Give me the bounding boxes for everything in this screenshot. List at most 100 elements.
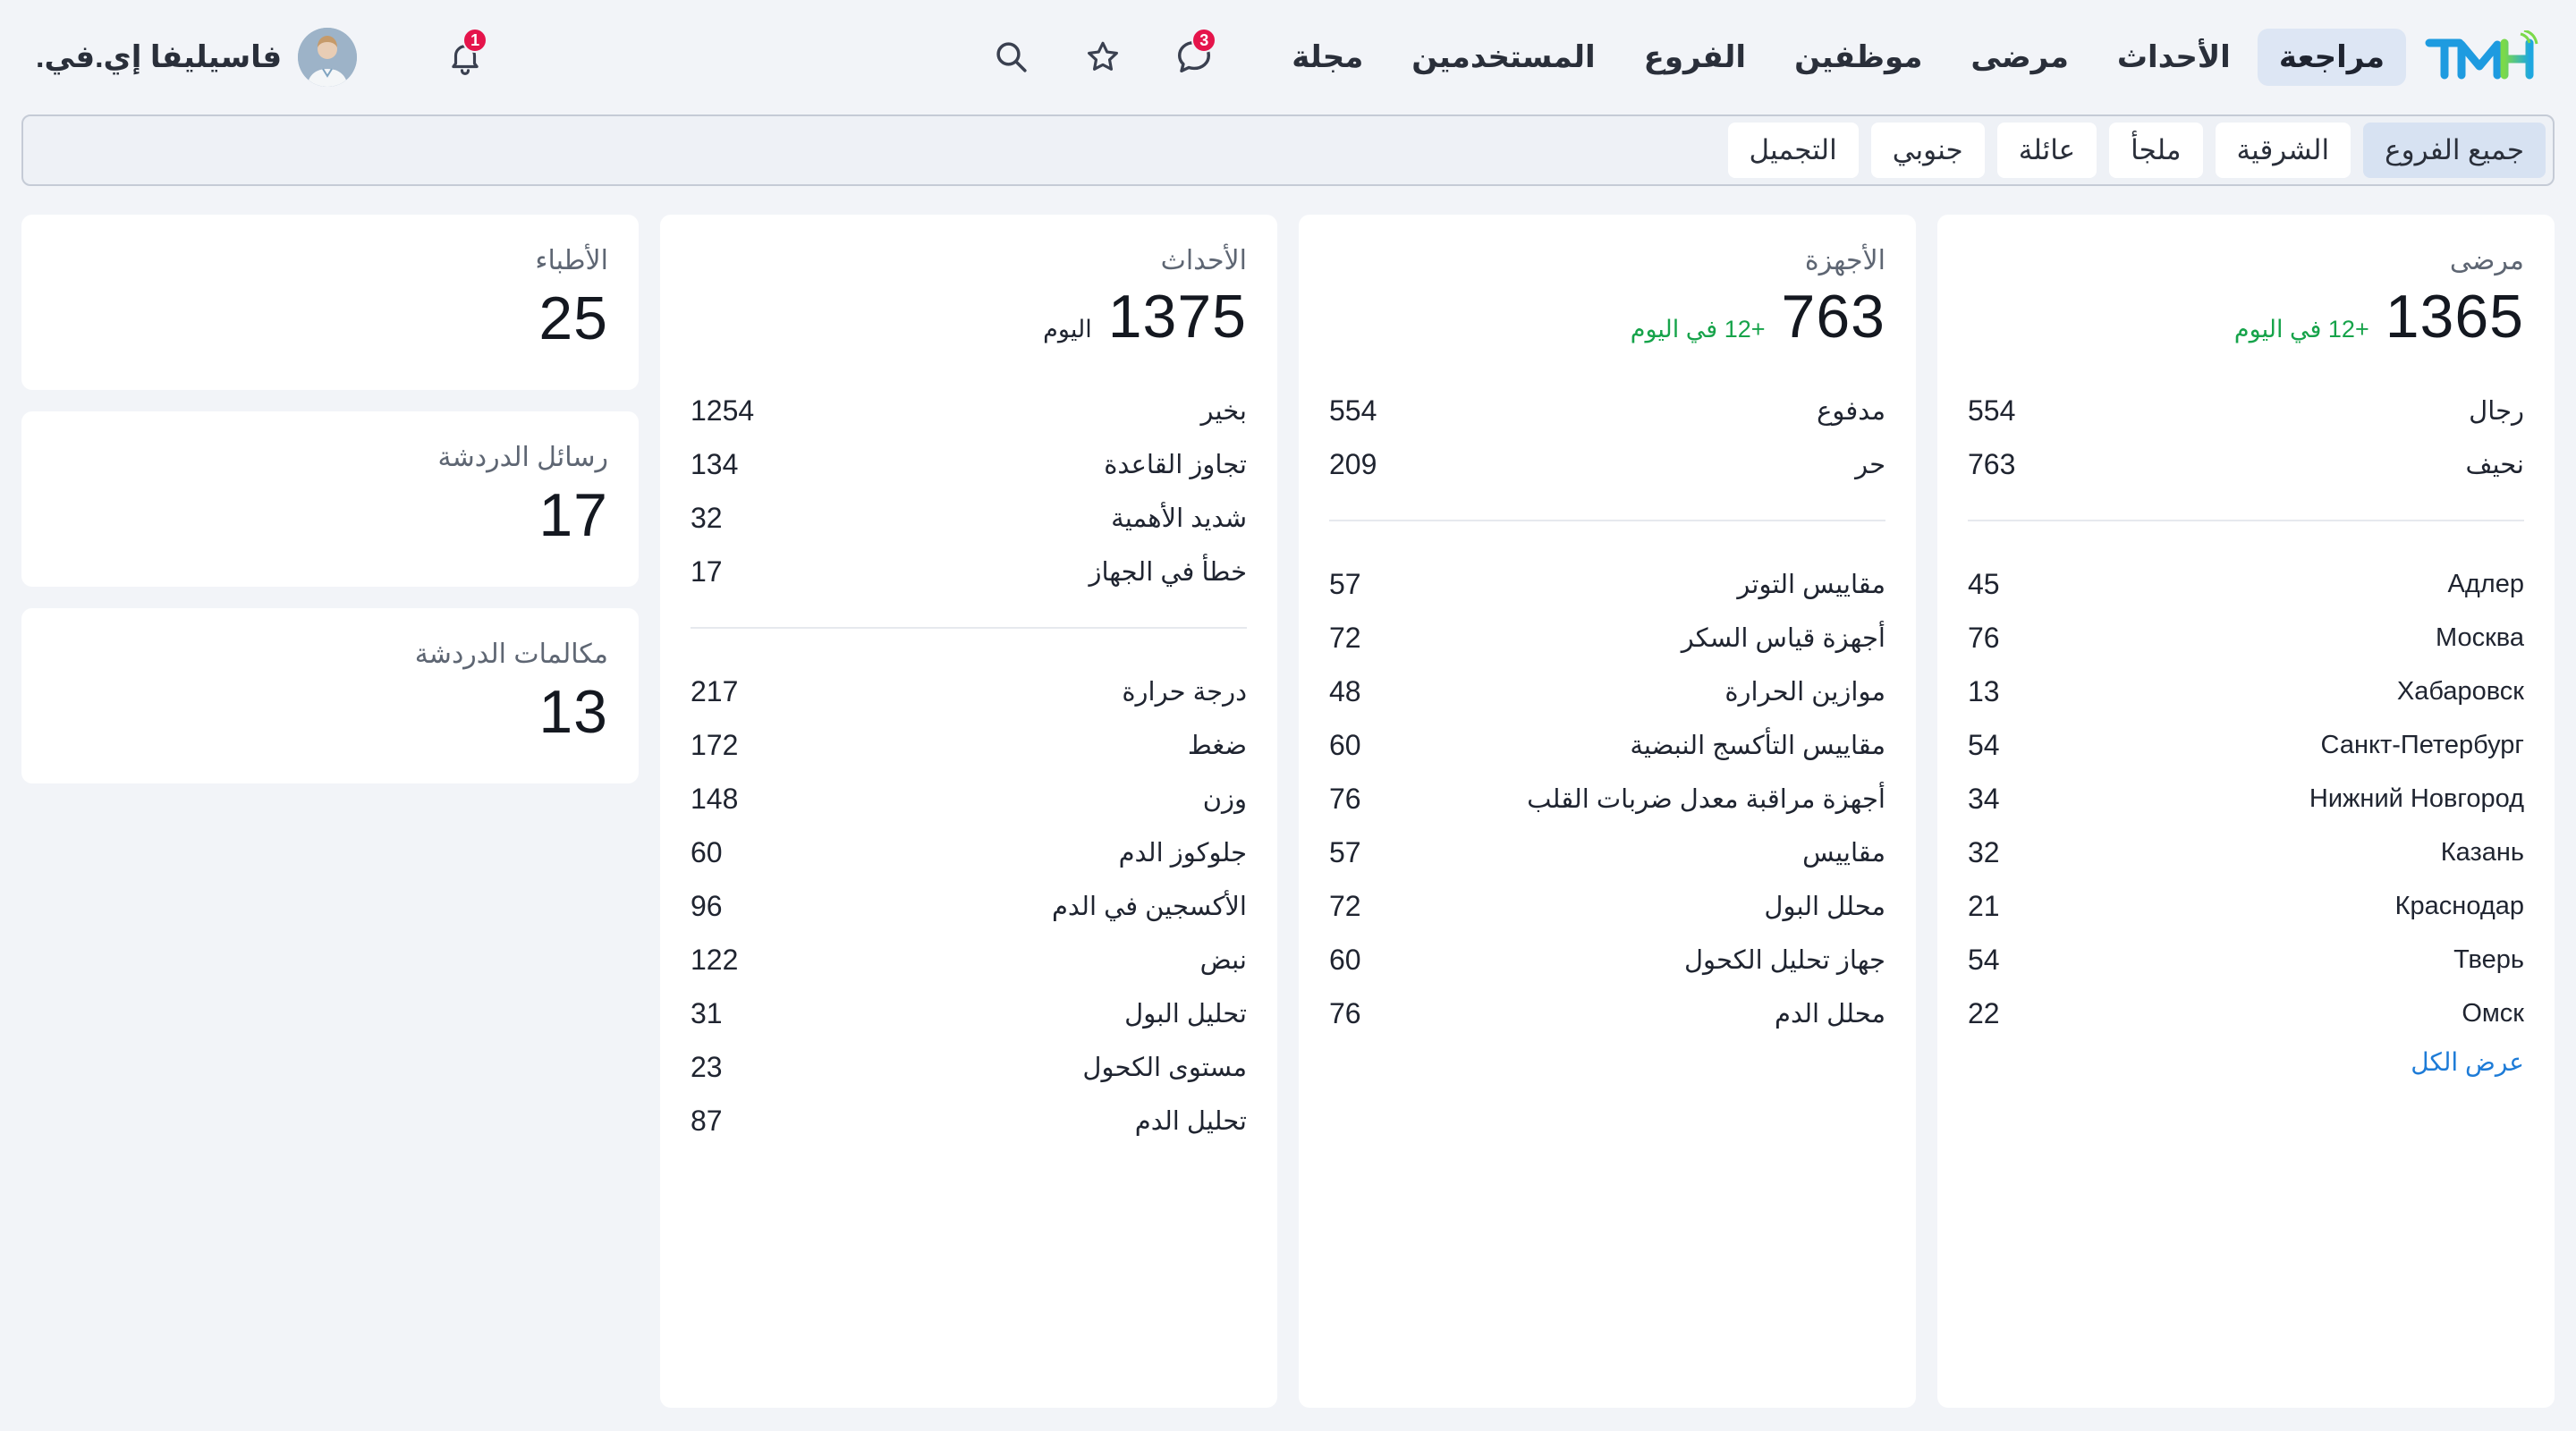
stat-row: وزن 148	[691, 772, 1247, 826]
nav-branches[interactable]: الفروع	[1623, 29, 1767, 86]
stat-label: Краснодар	[2394, 891, 2524, 920]
stat-row: Санкт-Петербург 54	[1968, 718, 2524, 772]
stat-label: موازين الحرارة	[1724, 677, 1885, 707]
stat-value: 96	[691, 889, 723, 922]
stat-label: Санкт-Петербург	[2320, 730, 2524, 759]
top-header: مراجعة الأحداث مرضى موظفين الفروع المستخ…	[0, 0, 2576, 114]
stat-value: 13	[1968, 674, 2000, 707]
stat-label: شديد الأهمية	[1111, 504, 1247, 533]
chat-messages-card: رسائل الدردشة 17	[21, 411, 639, 587]
stat-value: 148	[691, 782, 739, 815]
devices-total: 763	[1781, 283, 1885, 351]
stat-label: نحيف	[2465, 450, 2524, 479]
stat-value: 34	[1968, 782, 2000, 815]
stat-row: أجهزة مراقبة معدل ضربات القلب 76	[1329, 772, 1885, 826]
stat-value: 763	[1968, 447, 2016, 480]
filter-cosmetic[interactable]: التجميل	[1727, 123, 1859, 178]
nav-users[interactable]: المستخدمين	[1390, 29, 1616, 86]
doctors-count: 25	[538, 284, 608, 352]
divider	[1329, 520, 1885, 521]
stat-row: مقاييس التأكسج النبضية 60	[1329, 718, 1885, 772]
stat-label: أجهزة مراقبة معدل ضربات القلب	[1527, 784, 1885, 814]
stat-value: 22	[1968, 996, 2000, 1029]
avatar[interactable]	[298, 28, 358, 87]
stat-value: 21	[1968, 889, 2000, 922]
chat-icon[interactable]: 3	[1172, 28, 1217, 80]
stat-row: شديد الأهمية 32	[691, 491, 1247, 545]
events-total: 1375	[1107, 283, 1247, 351]
patients-group2: Адлер 45 Москва 76 Хабаровск 13 Санкт-Петербур…	[1968, 557, 2524, 1040]
stat-row: جلوكوز الدم 60	[691, 826, 1247, 879]
stat-label: مستوى الكحول	[1082, 1053, 1247, 1082]
stat-row: تحليل الدم 87	[691, 1094, 1247, 1147]
nav-events[interactable]: الأحداث	[2096, 29, 2252, 86]
stat-label: Нижний Новгород	[2309, 783, 2524, 813]
stat-value: 45	[1968, 567, 2000, 600]
stat-value: 23	[691, 1050, 723, 1083]
stat-label: Казань	[2440, 837, 2524, 867]
header-tools: 3	[989, 28, 1217, 80]
stat-label: بخير	[1200, 396, 1247, 426]
stat-row: Тверь 54	[1968, 933, 2524, 986]
filter-all-branches[interactable]: جميع الفروع	[2363, 123, 2546, 178]
stat-value: 554	[1329, 394, 1377, 427]
events-group2: درجة حرارة 217 ضغط 172 وزن 148 جلوكوز الدم 60 ال…	[691, 665, 1247, 1147]
filter-shelter[interactable]: ملجأ	[2109, 123, 2203, 178]
events-card: الأحداث 1375 اليوم بخير 1254 تجاوز القاعدة…	[660, 215, 1277, 1408]
stat-row: Москва 76	[1968, 611, 2524, 665]
stat-row: موازين الحرارة 48	[1329, 665, 1885, 718]
stat-value: 554	[1968, 394, 2016, 427]
stat-label: جلوكوز الدم	[1118, 838, 1247, 868]
stat-row: ضغط 172	[691, 718, 1247, 772]
stat-row: بخير 1254	[691, 384, 1247, 437]
stat-row: Адлер 45	[1968, 557, 2524, 611]
stat-value: 54	[1968, 943, 2000, 976]
stat-row: مقاييس التوتر 57	[1329, 557, 1885, 611]
nav-patients[interactable]: مرضى	[1949, 29, 2089, 86]
stat-label: جهاز تحليل الكحول	[1683, 945, 1885, 975]
stat-row: تجاوز القاعدة 134	[691, 437, 1247, 491]
events-sub: اليوم	[1043, 316, 1092, 343]
show-all-link[interactable]: عرض الكل	[2411, 1047, 2524, 1077]
filter-south[interactable]: جنوبي	[1870, 123, 1985, 178]
user-name[interactable]: فاسيليفا إي.في.	[36, 39, 282, 75]
app-logo[interactable]	[2424, 26, 2540, 89]
bell-icon[interactable]: 1	[443, 28, 488, 80]
stat-row: محلل البول 72	[1329, 879, 1885, 933]
patients-group1: رجال 554 نحيف 763	[1968, 384, 2524, 491]
stat-label: محلل البول	[1764, 892, 1885, 921]
stat-row: نبض 122	[691, 933, 1247, 986]
stat-label: أجهزة قياس السكر	[1681, 623, 1885, 653]
nav-review[interactable]: مراجعة	[2257, 29, 2406, 86]
stat-label: وزن	[1202, 784, 1247, 814]
patients-card: مرضى 1365 +12 في اليوم رجال 554 نحيف 763 Ад…	[1937, 215, 2555, 1408]
stat-value: 76	[1329, 996, 1361, 1029]
stat-label: خطأ في الجهاز	[1089, 557, 1247, 587]
stat-value: 31	[691, 996, 723, 1029]
stat-row: Хабаровск 13	[1968, 665, 2524, 718]
stat-label: Хабаровск	[2396, 676, 2524, 706]
nav-journal[interactable]: مجلة	[1270, 29, 1385, 86]
notification-badge: 1	[462, 28, 488, 53]
stat-value: 48	[1329, 674, 1361, 707]
search-icon[interactable]	[989, 35, 1034, 80]
nav-staff[interactable]: موظفين	[1773, 29, 1944, 86]
chat-calls-card: مكالمات الدردشة 13	[21, 608, 639, 783]
stat-label: درجة حرارة	[1122, 677, 1247, 707]
card-title: مرضى	[2449, 246, 2524, 275]
stat-value: 122	[691, 943, 739, 976]
stat-row: Нижний Новгород 34	[1968, 772, 2524, 826]
star-icon[interactable]	[1080, 35, 1125, 80]
stat-label: تحليل الدم	[1134, 1106, 1247, 1136]
card-title: رسائل الدردشة	[437, 443, 608, 472]
doctors-card: الأطباء 25	[21, 215, 639, 390]
stat-value: 134	[691, 447, 739, 480]
stat-value: 87	[691, 1104, 723, 1137]
stat-label: حر	[1855, 450, 1885, 479]
filter-east[interactable]: الشرقية	[2215, 123, 2351, 178]
card-title: الأطباء	[535, 246, 608, 275]
stat-row: Краснодар 21	[1968, 879, 2524, 933]
filter-family[interactable]: عائلة	[1996, 123, 2097, 178]
devices-delta: +12 في اليوم	[1630, 316, 1766, 343]
stat-value: 54	[1968, 728, 2000, 761]
